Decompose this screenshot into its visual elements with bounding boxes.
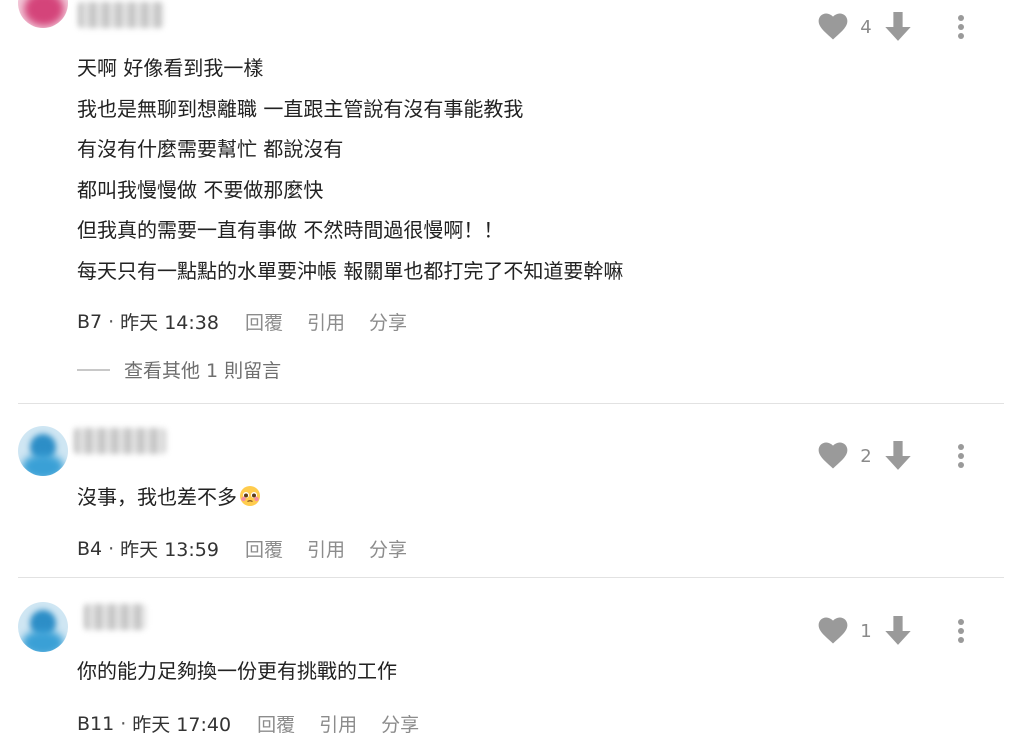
- avatar[interactable]: [18, 426, 68, 476]
- comment-line: 我也是無聊到想離職 一直跟主管說有沒有事能教我: [77, 96, 524, 121]
- separator-dot: ·: [108, 537, 115, 560]
- comment-line: 有沒有什麼需要幫忙 都說沒有: [77, 137, 344, 161]
- comment-body: 天啊 好像看到我一樣 我也是無聊到想離職 一直跟主管說有沒有事能教我 有沒有什麼…: [77, 48, 623, 291]
- comment-line: 天啊 好像看到我一樣: [77, 56, 264, 80]
- view-more-replies[interactable]: 查看其他 1 則留言: [77, 356, 281, 383]
- quote-button[interactable]: 引用: [307, 308, 345, 335]
- divider: [18, 577, 1004, 578]
- comment-line: 都叫我慢慢做 不要做那麼快: [77, 177, 324, 202]
- pleading-face-emoji-icon: [239, 480, 261, 506]
- comment-actions: 1: [818, 616, 1008, 646]
- comment-meta: B4 · 昨天 13:59 回覆 引用 分享: [77, 535, 407, 562]
- comment-line: 但我真的需要一直有事做 不然時間過很慢啊！！: [77, 218, 504, 242]
- view-more-label: 查看其他 1 則留言: [124, 360, 282, 382]
- separator-dot: ·: [120, 712, 127, 735]
- comment-body: 你的能力足夠換一份更有挑戰的工作: [77, 651, 397, 692]
- arrow-down-icon[interactable]: [884, 441, 912, 471]
- divider: [18, 403, 1004, 404]
- floor-number[interactable]: B4: [77, 538, 102, 560]
- username-blurred[interactable]: [74, 428, 166, 454]
- avatar[interactable]: [18, 602, 68, 652]
- more-vertical-icon[interactable]: [956, 442, 966, 470]
- separator-dot: ·: [108, 310, 115, 333]
- comment-actions: 4: [818, 12, 1008, 42]
- like-count: 1: [860, 620, 872, 642]
- comment-actions: 2: [818, 441, 1008, 471]
- heart-icon[interactable]: [818, 13, 848, 41]
- comment-line: 每天只有一點點的水單要沖帳 報關單也都打完了不知道要幹嘛: [77, 258, 624, 283]
- arrow-down-icon[interactable]: [884, 616, 912, 646]
- like-count: 2: [860, 445, 872, 467]
- heart-icon[interactable]: [818, 442, 848, 470]
- floor-number[interactable]: B7: [77, 311, 102, 333]
- floor-number[interactable]: B11: [77, 713, 114, 735]
- username-blurred[interactable]: [84, 604, 146, 630]
- arrow-down-icon[interactable]: [884, 12, 912, 42]
- comment-body: 沒事，我也差不多: [77, 477, 261, 518]
- reply-button[interactable]: 回覆: [257, 710, 295, 737]
- comment-meta: B11 · 昨天 17:40 回覆 引用 分享: [77, 710, 419, 737]
- more-vertical-icon[interactable]: [956, 13, 966, 41]
- share-button[interactable]: 分享: [381, 710, 419, 737]
- share-button[interactable]: 分享: [369, 308, 407, 335]
- quote-button[interactable]: 引用: [307, 535, 345, 562]
- more-vertical-icon[interactable]: [956, 617, 966, 645]
- avatar[interactable]: [18, 0, 68, 28]
- comment-line: 沒事，我也差不多: [77, 477, 261, 518]
- timestamp: 昨天 13:59: [120, 539, 219, 561]
- comment-line: 你的能力足夠換一份更有挑戰的工作: [77, 659, 397, 683]
- reply-button[interactable]: 回覆: [245, 535, 283, 562]
- like-count: 4: [860, 16, 872, 38]
- share-button[interactable]: 分享: [369, 535, 407, 562]
- comment-meta: B7 · 昨天 14:38 回覆 引用 分享: [77, 308, 407, 335]
- username-blurred[interactable]: [78, 2, 164, 28]
- dash-line: [77, 368, 110, 371]
- reply-button[interactable]: 回覆: [245, 308, 283, 335]
- timestamp: 昨天 14:38: [120, 312, 219, 334]
- quote-button[interactable]: 引用: [319, 710, 357, 737]
- heart-icon[interactable]: [818, 617, 848, 645]
- timestamp: 昨天 17:40: [132, 714, 232, 736]
